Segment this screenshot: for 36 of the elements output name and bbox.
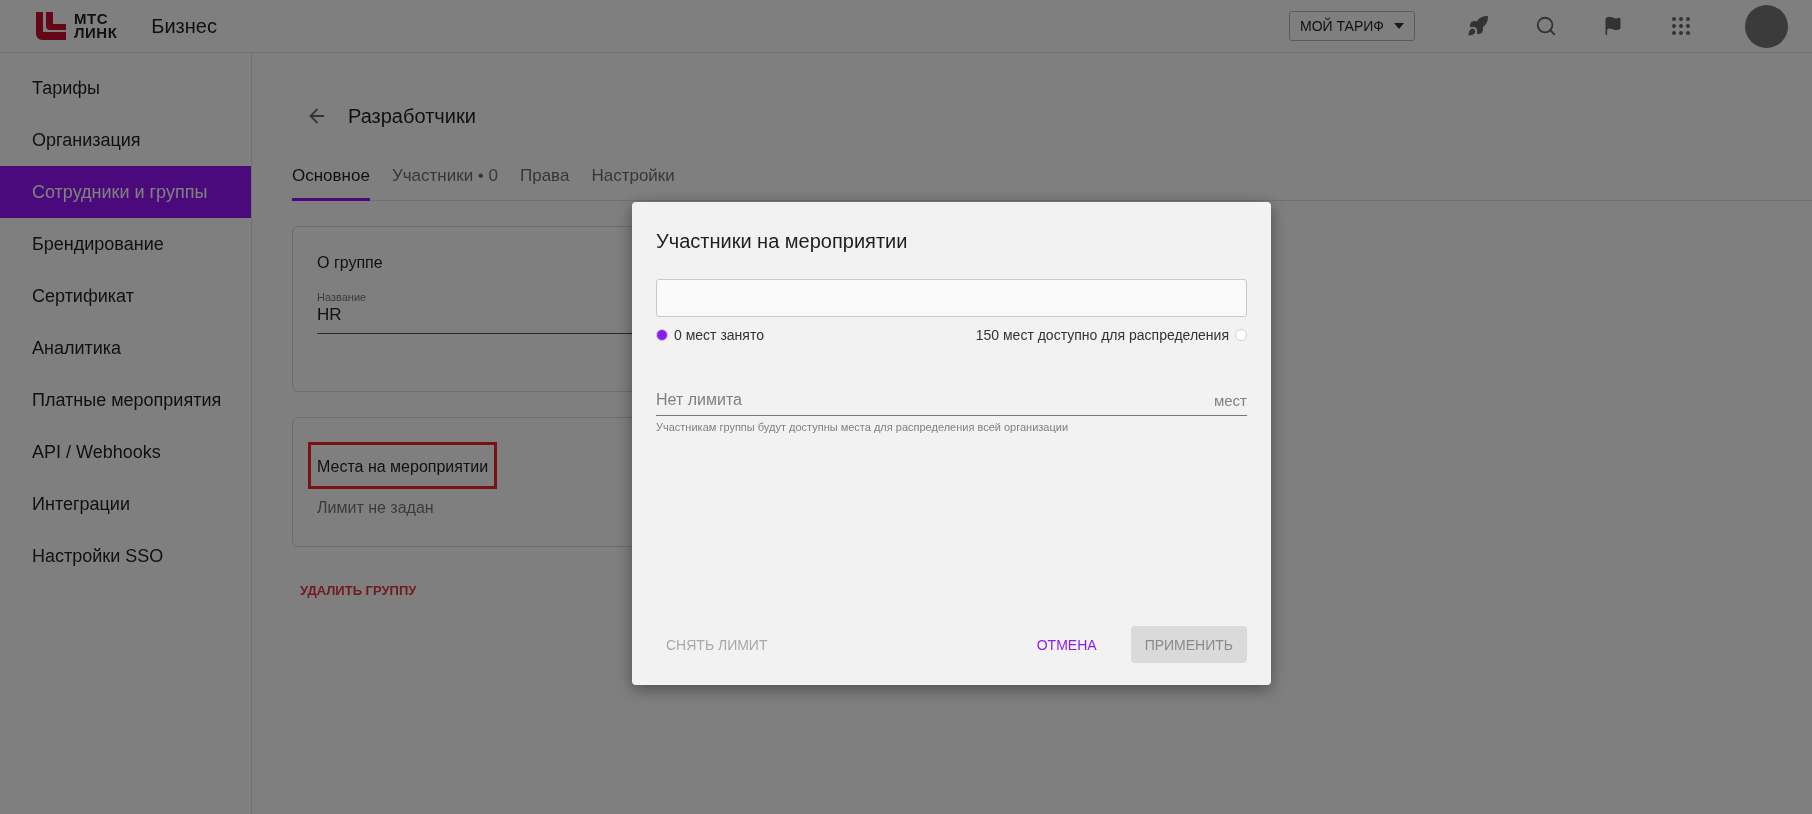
apps-grid-icon[interactable]: [1669, 14, 1693, 38]
helper-text: Участникам группы будут доступны места для распределения всей организации: [656, 421, 1070, 433]
rocket-icon[interactable]: [1467, 15, 1489, 37]
page-title: Разработчики: [348, 104, 476, 128]
tab[interactable]: Настройки: [591, 157, 675, 201]
sidebar-item[interactable]: Настройки SSO: [0, 530, 251, 582]
flag-icon[interactable]: [1603, 16, 1623, 36]
dialog-button[interactable]: ОТМЕНА: [1022, 626, 1111, 663]
sidebar-item[interactable]: Брендирование: [0, 218, 251, 270]
sidebar-item[interactable]: Сертификат: [0, 270, 251, 322]
plan-button[interactable]: МОЙ ТАРИФ: [1289, 11, 1415, 41]
logo-text: ЛИНК: [74, 26, 118, 40]
sidebar-item[interactable]: Платные мероприятия: [0, 374, 251, 426]
caret-icon: [1394, 23, 1404, 29]
sidebar-item[interactable]: Тарифы: [0, 62, 251, 114]
tab[interactable]: Участники • 0: [391, 157, 498, 201]
unit-suffix: мест: [1213, 392, 1247, 409]
product-name: Бизнес: [151, 14, 217, 38]
sidebar-item[interactable]: Интеграции: [0, 478, 251, 530]
dialog-title: Участники на мероприятии: [656, 230, 909, 253]
card-title: О группе: [317, 253, 383, 273]
sidebar-item[interactable]: Аналитика: [0, 322, 251, 374]
field-label: Название: [317, 291, 368, 303]
sidebar-item[interactable]: Сотрудники и группы: [0, 166, 251, 218]
avatar[interactable]: [1745, 4, 1788, 48]
sidebar-item[interactable]: API / Webhooks: [0, 426, 251, 478]
logo-text: МТС: [74, 12, 109, 26]
search-icon[interactable]: [1535, 15, 1557, 37]
logo-icon: [36, 12, 66, 40]
card-title: Места на мероприятии: [308, 442, 498, 489]
tab[interactable]: Права: [520, 157, 570, 201]
limit-note: Лимит не задан: [317, 499, 435, 517]
tab[interactable]: Основное: [292, 157, 370, 201]
sidebar-item[interactable]: Организация: [0, 114, 251, 166]
delete-group-link[interactable]: УДАЛИТЬ ГРУППУ: [300, 583, 417, 598]
legend-label: 150 мест доступно для распределения: [975, 327, 1229, 343]
